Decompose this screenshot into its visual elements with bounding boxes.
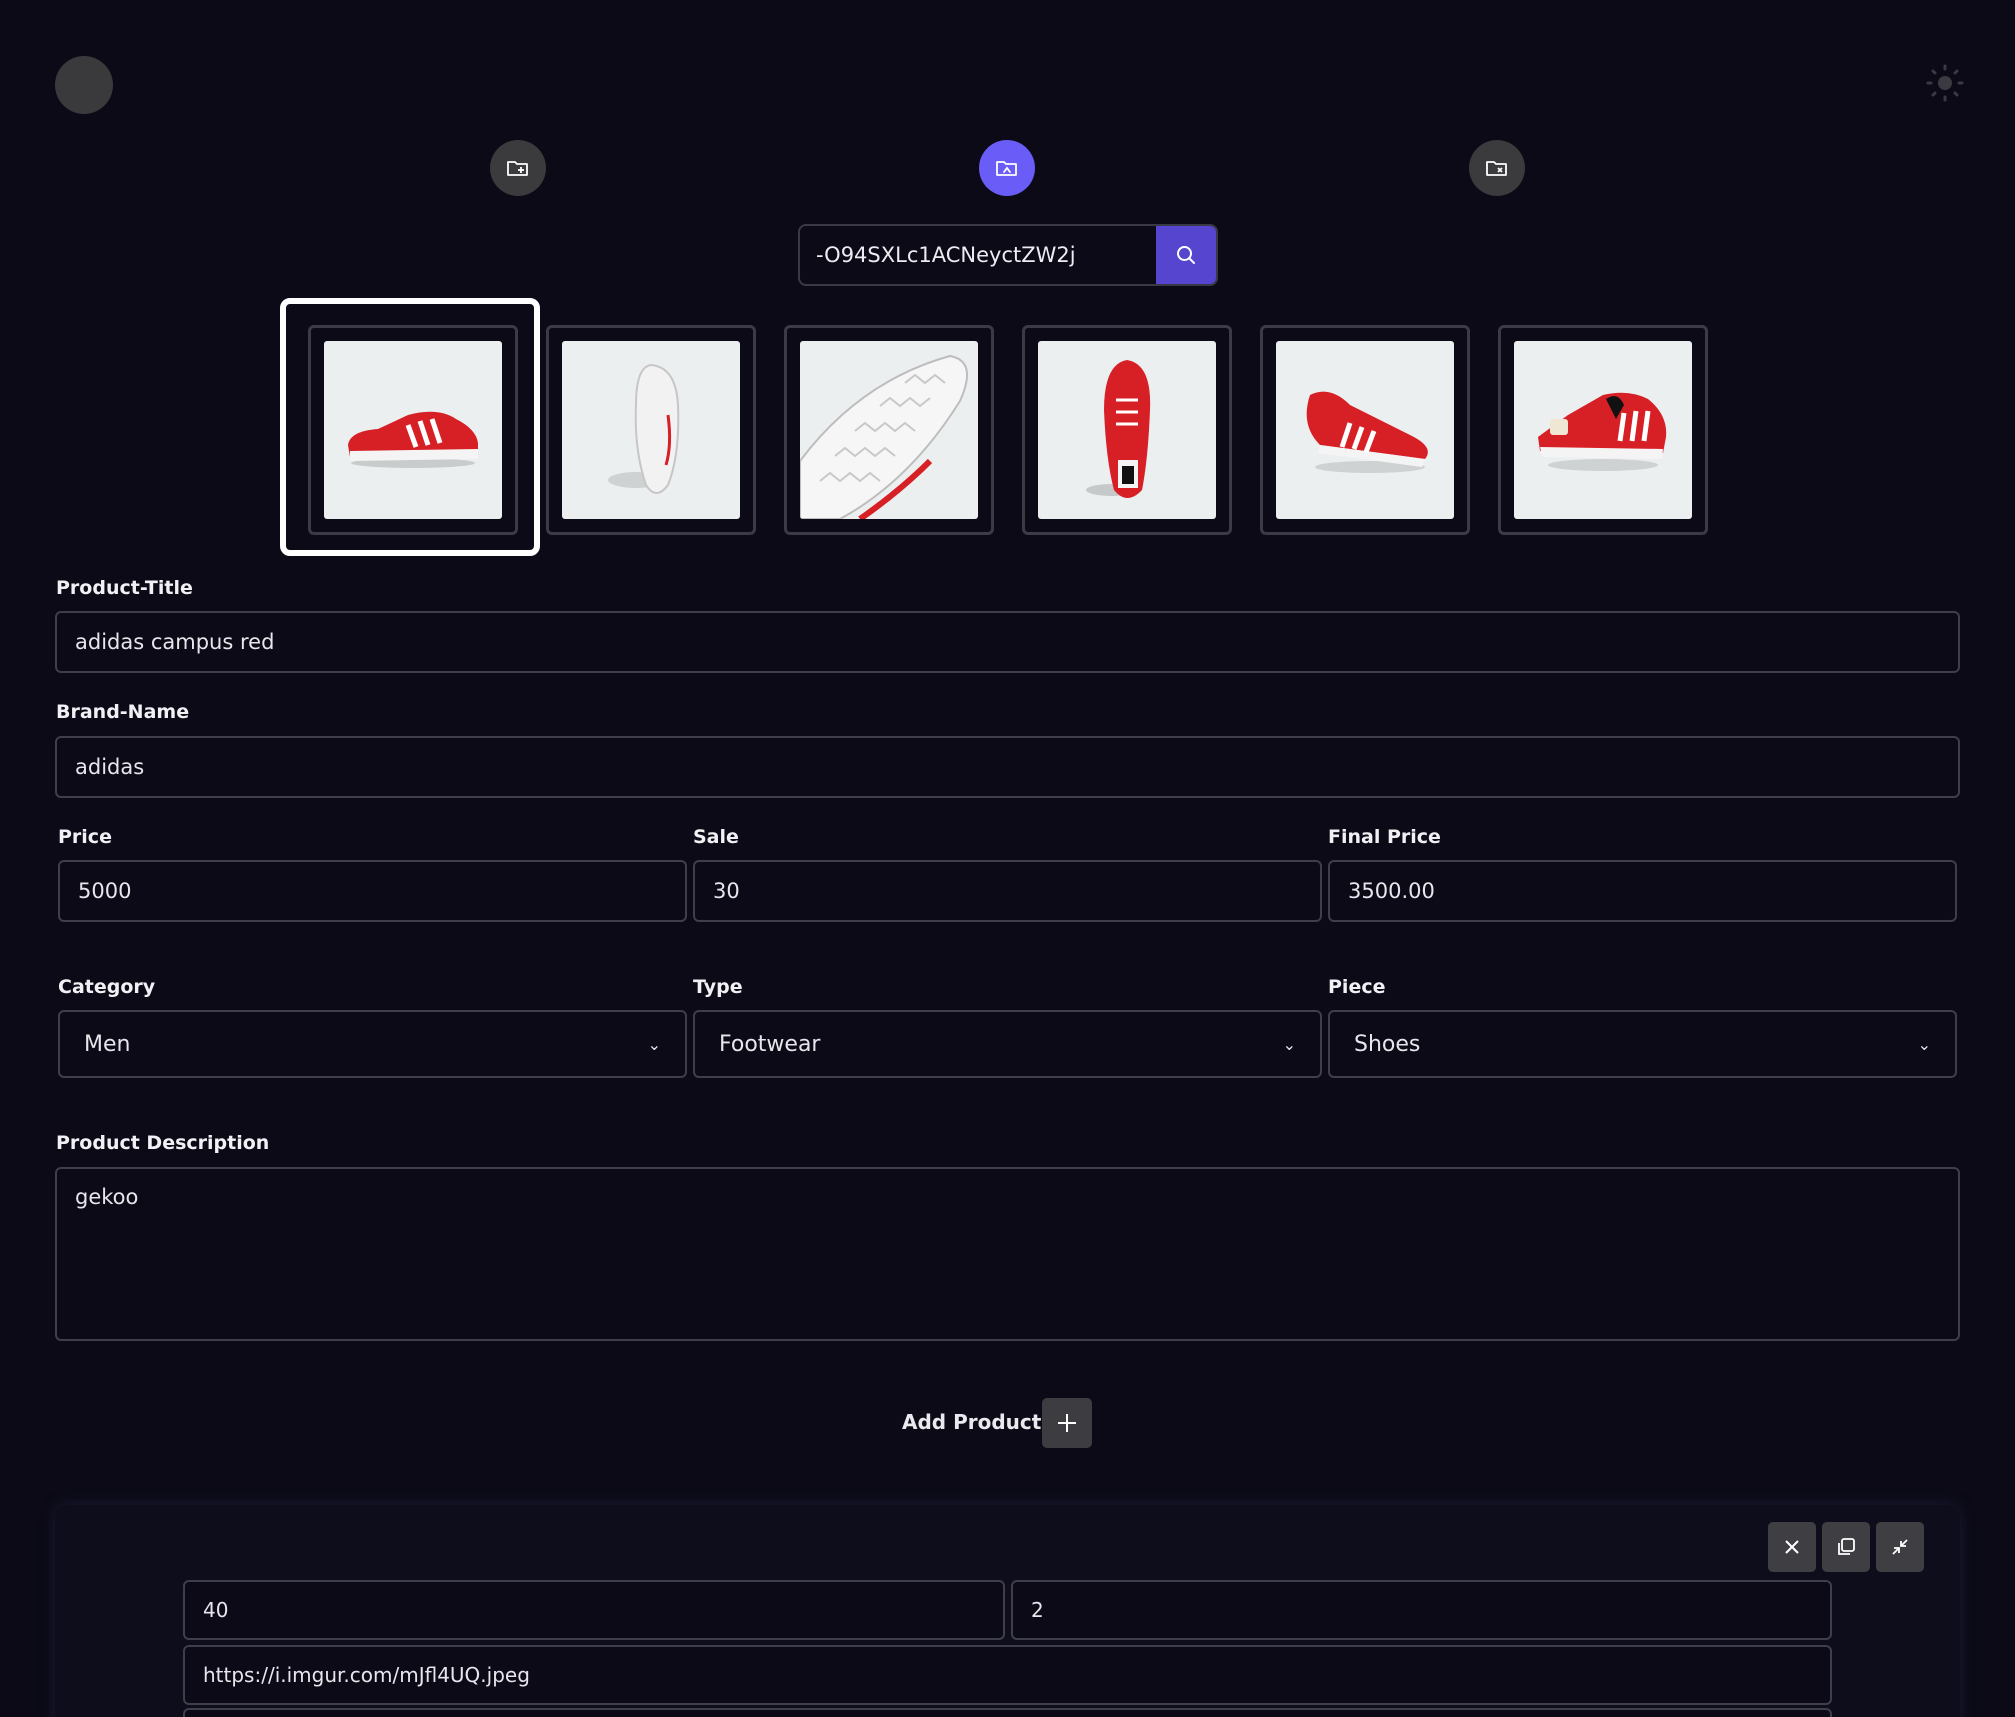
shoe-angle-image (1276, 341, 1454, 519)
thumbnail-4[interactable] (1022, 325, 1232, 535)
piece-select[interactable]: Shoes ⌄ (1328, 1010, 1957, 1078)
variant-next-field[interactable] (183, 1708, 1832, 1717)
final-price-label: Final Price (1328, 826, 1441, 848)
category-label: Category (58, 976, 156, 998)
brand-name-input[interactable]: adidas (55, 736, 1960, 798)
remove-variant-button[interactable] (1768, 1522, 1816, 1572)
theme-toggle-button[interactable] (1924, 62, 1966, 104)
product-id-search (798, 224, 1218, 286)
user-avatar[interactable] (55, 56, 113, 114)
type-value: Footwear (719, 1031, 821, 1057)
description-textarea[interactable]: gekoo (55, 1167, 1960, 1341)
type-select[interactable]: Footwear ⌄ (693, 1010, 1322, 1078)
price-label: Price (58, 826, 112, 848)
type-label: Type (693, 976, 743, 998)
thumbnail-1[interactable] (308, 325, 518, 535)
folder-add-icon (507, 161, 528, 176)
add-product-button[interactable] (1042, 1398, 1092, 1448)
variant-quantity-input[interactable]: 2 (1011, 1580, 1832, 1640)
piece-value: Shoes (1354, 1031, 1421, 1057)
sun-icon (1926, 64, 1964, 102)
folder-open-icon (996, 161, 1017, 176)
product-editor-page: { "header": { "avatar_icon": "user-avata… (0, 0, 2015, 1717)
add-products-label: Add Products (902, 1410, 1054, 1434)
shoe-top-image (1038, 341, 1216, 519)
search-button[interactable] (1156, 226, 1216, 284)
search-input[interactable] (800, 226, 1156, 284)
description-label: Product Description (56, 1132, 270, 1154)
thumbnail-6[interactable] (1498, 325, 1708, 535)
chevron-down-icon: ⌄ (1282, 1034, 1296, 1054)
thumbnail-2[interactable] (546, 325, 756, 535)
sale-input[interactable]: 30 (693, 860, 1322, 922)
copy-icon (1838, 1538, 1855, 1555)
chevron-down-icon: ⌄ (647, 1034, 661, 1054)
collapse-icon (1892, 1539, 1908, 1555)
variant-size-input[interactable]: 40 (183, 1580, 1005, 1640)
chevron-down-icon: ⌄ (1917, 1034, 1931, 1054)
sale-label: Sale (693, 826, 739, 848)
shoe-front-image (1514, 341, 1692, 519)
product-title-input[interactable]: adidas campus red (55, 611, 1960, 673)
plus-icon (1058, 1414, 1076, 1432)
category-select[interactable]: Men ⌄ (58, 1010, 687, 1078)
shoe-sole-image (562, 341, 740, 519)
delete-folder-button[interactable] (1469, 140, 1525, 196)
thumbnail-5[interactable] (1260, 325, 1470, 535)
variant-image-url-input[interactable]: https://i.imgur.com/mJfl4UQ.jpeg (183, 1645, 1832, 1705)
product-title-label: Product-Title (56, 577, 193, 599)
search-icon (1177, 246, 1195, 264)
duplicate-variant-button[interactable] (1822, 1522, 1870, 1572)
close-icon (1785, 1540, 1799, 1554)
piece-label: Piece (1328, 976, 1386, 998)
final-price-input[interactable]: 3500.00 (1328, 860, 1957, 922)
brand-name-label: Brand-Name (56, 701, 190, 723)
category-value: Men (84, 1031, 131, 1057)
shoe-outsole-image (800, 341, 978, 519)
shoe-image (324, 341, 502, 519)
add-folder-button[interactable] (490, 140, 546, 196)
price-input[interactable]: 5000 (58, 860, 687, 922)
collapse-variant-button[interactable] (1876, 1522, 1924, 1572)
open-folder-button[interactable] (979, 140, 1035, 196)
folder-remove-icon (1486, 161, 1507, 176)
thumbnail-3[interactable] (784, 325, 994, 535)
